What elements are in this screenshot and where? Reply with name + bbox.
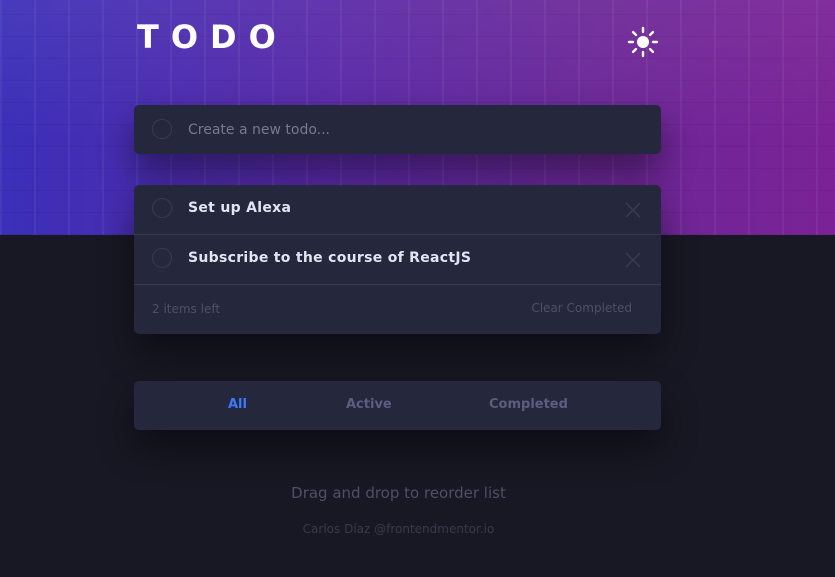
new-todo-input[interactable] xyxy=(188,105,638,154)
close-icon xyxy=(625,202,641,218)
app-title: TODO xyxy=(137,18,288,56)
attribution: Carlos Díaz @frontendmentor.io xyxy=(302,522,495,536)
delete-todo-button[interactable] xyxy=(624,201,642,219)
clear-completed-button[interactable]: Clear Completed xyxy=(531,301,632,315)
todo-text: Set up Alexa xyxy=(188,200,292,216)
items-left-count: 2 items left xyxy=(152,302,221,316)
delete-todo-button[interactable] xyxy=(624,251,642,269)
todo-text: Subscribe to the course of ReactJS xyxy=(188,250,472,266)
todo-item[interactable]: Set up Alexa xyxy=(134,185,661,235)
todo-checkbox[interactable] xyxy=(152,198,172,218)
new-todo-card xyxy=(134,105,661,154)
todo-item[interactable]: Subscribe to the course of ReactJS xyxy=(134,235,661,285)
theme-toggle-button[interactable] xyxy=(627,26,659,58)
filter-bar: All Active Completed xyxy=(134,381,661,430)
filter-all-button[interactable]: All xyxy=(228,397,247,412)
filter-active-button[interactable]: Active xyxy=(346,397,392,412)
todo-list: Set up Alexa Subscribe to the course of … xyxy=(134,185,661,334)
list-footer: 2 items left Clear Completed xyxy=(134,285,661,334)
filter-completed-button[interactable]: Completed xyxy=(489,397,568,412)
todo-checkbox[interactable] xyxy=(152,248,172,268)
sun-icon xyxy=(627,26,659,58)
close-icon xyxy=(625,252,641,268)
drag-drop-hint: Drag and drop to reorder list xyxy=(291,484,506,502)
new-todo-check-circle[interactable] xyxy=(152,119,172,139)
